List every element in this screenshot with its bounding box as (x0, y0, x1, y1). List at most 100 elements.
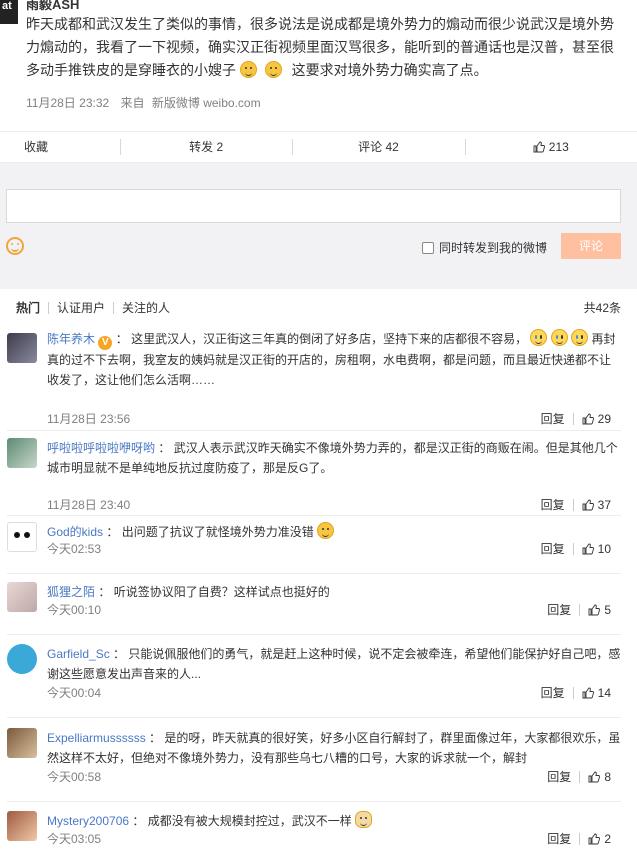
comment-divider (7, 634, 621, 635)
vip-badge-icon: V (98, 336, 113, 350)
ops-divider (572, 412, 574, 425)
commenter-name[interactable]: 呼啦啦呼啦啦咿呀哟 (47, 441, 155, 455)
commenter-name[interactable]: Expelliarmussssss (47, 731, 146, 745)
weibo-post: at 雨毅ASH 昨天成都和武汉发生了类似的事情，很多说法是说成都是境外势力的煽… (0, 0, 637, 118)
comment-like-count: 8 (604, 769, 611, 784)
comment-ops: 回复 29 (541, 410, 611, 427)
comment-like-count: 14 (597, 685, 611, 700)
comment-like-count: 5 (604, 602, 611, 617)
reply-button[interactable]: 回复 (547, 768, 571, 785)
commenter-name[interactable]: 狐狸之陌 (47, 585, 95, 599)
like-count: 213 (548, 140, 569, 154)
reply-button[interactable]: 回复 (541, 410, 565, 427)
commenter-avatar[interactable] (7, 728, 37, 758)
filter-following[interactable]: 关注的人 (122, 299, 170, 316)
commenter-avatar[interactable] (7, 438, 37, 468)
thumbs-up-icon[interactable] (582, 413, 594, 425)
comment-divider (7, 430, 621, 431)
favorite-button[interactable]: 收藏 (0, 131, 120, 163)
filter-divider (113, 301, 115, 314)
comment-ops: 回复 5 (547, 601, 611, 618)
doge-emoji-icon (355, 811, 373, 828)
reply-button[interactable]: 回复 (541, 684, 565, 701)
commenter-avatar[interactable] (7, 644, 37, 674)
ops-divider (579, 603, 581, 616)
thumbs-up-icon[interactable] (588, 833, 601, 845)
comment-divider (7, 801, 621, 802)
forward-option[interactable]: 同时转发到我的微博 (422, 239, 547, 256)
comment-colon: ： (115, 332, 128, 346)
comment-ops: 回复 10 (541, 540, 611, 557)
laugh-emoji-icon (264, 61, 282, 78)
comment-colon: ： (132, 814, 145, 828)
post-source-prefix: 来自 (120, 96, 145, 110)
comment-text: 成都没有被大规模封控过，武汉不一样 (147, 814, 352, 828)
ops-divider (572, 498, 574, 511)
comment-input[interactable] (6, 189, 621, 223)
forward-label: 同时转发到我的微博 (439, 241, 548, 255)
comment-text: 这里武汉人，汉正街这三年真的倒闭了好多店，坚持下来的店都很不容易， (131, 332, 528, 346)
filter-divider (48, 301, 50, 314)
panda-face-icon (14, 532, 20, 538)
comment-button[interactable]: 评论 42 (292, 131, 464, 163)
post-action-bar: 收藏 转发 2 评论 42 213 (0, 131, 637, 163)
comment-time: 今天00:58 (47, 770, 102, 784)
commenter-name[interactable]: Mystery200706 (47, 814, 129, 828)
commenter-avatar[interactable] (7, 811, 37, 841)
comment-divider (7, 573, 621, 574)
comment-divider (7, 515, 621, 516)
reply-button[interactable]: 回复 (541, 540, 565, 557)
ops-divider (579, 832, 581, 845)
ops-divider (579, 770, 581, 783)
like-button[interactable]: 213 (464, 131, 637, 163)
comment-time: 今天03:05 (47, 832, 102, 846)
thumbs-up-icon[interactable] (588, 771, 601, 783)
commenter-name[interactable]: Garfield_Sc (47, 647, 110, 661)
forward-checkbox[interactable] (422, 241, 434, 254)
crying-emoji-icon (550, 329, 568, 346)
submit-comment-button[interactable]: 评论 (561, 233, 621, 259)
comment-list: 热门 认证用户 关注的人 共42条 陈年养木 V ： 这里武汉人，汉正街这三年真… (0, 289, 637, 857)
reply-button[interactable]: 回复 (547, 601, 571, 618)
smile-emoji-icon (317, 522, 335, 539)
commenter-name[interactable]: God的kids (47, 525, 103, 539)
filter-verified[interactable]: 认证用户 (57, 299, 105, 316)
thumbs-up-icon (533, 141, 545, 153)
comment-time: 11月28日 23:56 (47, 412, 131, 426)
thumbs-up-icon[interactable] (582, 687, 594, 699)
thumbs-up-icon[interactable] (588, 604, 601, 616)
commenter-avatar[interactable] (7, 333, 37, 363)
comment-ops: 回复 8 (547, 768, 611, 785)
thumbs-up-icon[interactable] (582, 499, 594, 511)
comment-divider (7, 717, 621, 718)
comment-body: 陈年养木 V ： 这里武汉人，汉正街这三年真的倒闭了好多店，坚持下来的店都很不容… (47, 329, 622, 390)
emoji-picker-icon[interactable] (6, 237, 24, 255)
comment-like-count: 2 (604, 831, 611, 846)
comment-colon: ： (106, 525, 119, 539)
commenter-avatar[interactable] (7, 522, 37, 552)
reply-button[interactable]: 回复 (547, 830, 571, 847)
comment-text: 只能说佩服他们的勇气，就是赶上这种时候，说不定会被牵连，希望他们能保护好自己吧，… (47, 647, 621, 681)
thumbs-up-icon[interactable] (582, 543, 594, 555)
comment-time: 11月28日 23:40 (47, 498, 131, 512)
crying-emoji-icon (530, 329, 548, 346)
post-author-name[interactable]: 雨毅ASH (26, 0, 79, 13)
comment-text: 听说签协议阳了自费？这样试点也挺好的 (113, 585, 330, 599)
comment-section: 同时转发到我的微博 评论 热门 认证用户 关注的人 共42条 陈年养木 V ： … (0, 163, 637, 857)
post-source[interactable]: 新版微博 weibo.com (152, 96, 261, 110)
comment-colon: ： (158, 441, 171, 455)
post-author-avatar[interactable]: at (0, 0, 18, 24)
comment-colon: ： (113, 647, 126, 661)
comment-time: 今天00:04 (47, 686, 102, 700)
repost-button[interactable]: 转发 2 (120, 131, 292, 163)
crying-emoji-icon (571, 329, 589, 346)
reply-button[interactable]: 回复 (541, 496, 565, 513)
comment-ops: 回复 37 (541, 496, 611, 513)
comment-filters: 热门 认证用户 关注的人 (16, 299, 170, 316)
post-date[interactable]: 11月28日 23:32 (26, 96, 109, 110)
filter-hot[interactable]: 热门 (16, 299, 40, 316)
comment-body: God的kids ： 出问题了抗议了就怪境外势力准没错 (47, 522, 622, 542)
comment-body: Expelliarmussssss ： 是的呀，昨天就真的很好笑，好多小区自行解… (47, 728, 622, 768)
commenter-avatar[interactable] (7, 582, 37, 612)
commenter-name[interactable]: 陈年养木 (47, 332, 95, 346)
